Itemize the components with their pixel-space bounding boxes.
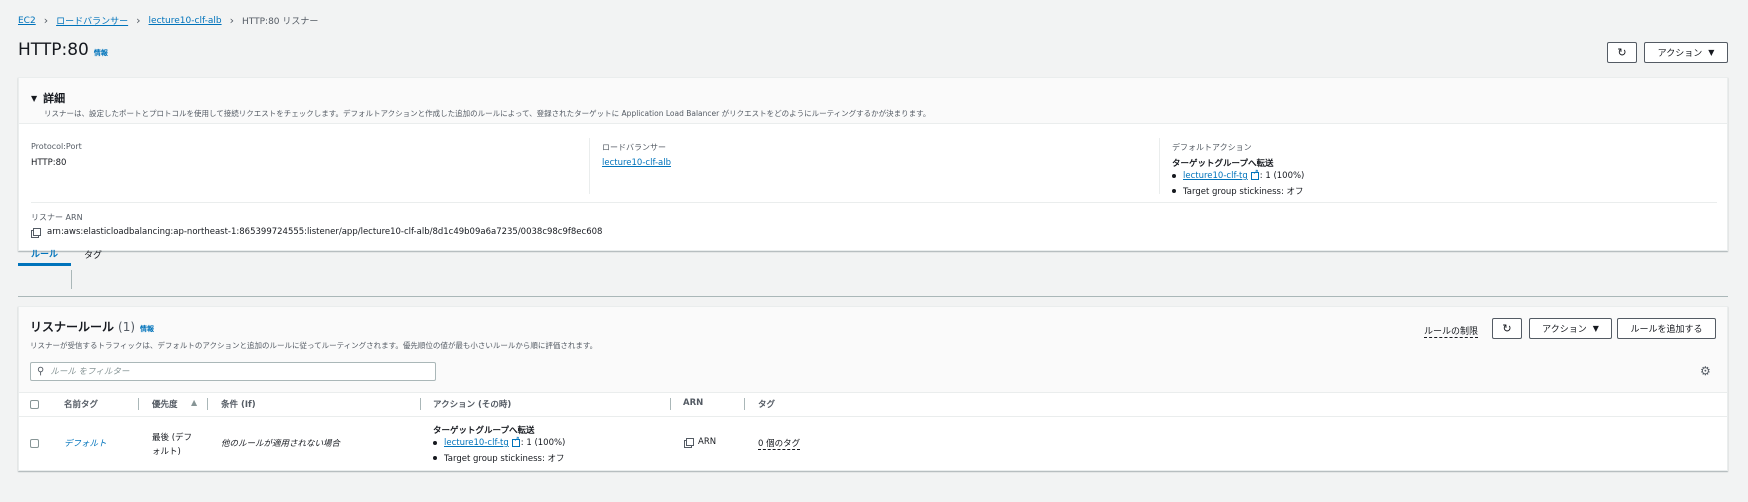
rules-actions-button[interactable]: アクション ▼ — [1529, 318, 1612, 339]
rules-info-link[interactable]: 情報 — [140, 324, 154, 334]
column-header-name[interactable]: 名前タグ — [64, 398, 98, 410]
bullet — [1172, 189, 1176, 193]
external-link-icon — [1250, 168, 1259, 180]
rules-title-text: リスナールール — [30, 320, 115, 334]
rules-filter[interactable]: ⚲ — [30, 362, 436, 381]
default-action-stickiness: Target group stickiness: オフ — [1172, 185, 1304, 197]
copy-icon[interactable] — [31, 228, 41, 238]
rule-priority-line2: ォルト) — [152, 447, 181, 457]
divider — [589, 138, 590, 194]
column-divider[interactable] — [670, 398, 671, 410]
chevron-right-icon: › — [229, 14, 234, 27]
column-divider[interactable] — [138, 398, 139, 410]
default-action-label: デフォルトアクション — [1172, 143, 1252, 152]
actions-button-label: アクション — [1657, 49, 1703, 59]
details-title: 詳細 — [43, 92, 66, 105]
rules-filter-input[interactable] — [50, 366, 421, 377]
protocol-port-value: HTTP:80 — [31, 158, 67, 168]
rule-stickiness-text: Target group stickiness: オフ — [444, 454, 565, 464]
search-icon: ⚲ — [37, 366, 45, 377]
rules-title: リスナールール (1) 情報 — [30, 318, 154, 335]
sort-ascending-icon[interactable]: ▲ — [191, 398, 197, 407]
rule-limits-link[interactable]: ルールの制限 — [1424, 324, 1479, 338]
details-toggle[interactable]: ▼ 詳細 — [31, 90, 65, 106]
column-header-arn[interactable]: ARN — [683, 398, 703, 408]
column-header-condition[interactable]: 条件 (If) — [221, 398, 256, 410]
rules-refresh-button[interactable]: ↻ — [1492, 318, 1522, 339]
listener-arn-value: arn:aws:elasticloadbalancing:ap-northeas… — [47, 227, 603, 237]
external-link-icon — [511, 435, 520, 447]
rule-condition: 他のルールが適用されない場合 — [221, 439, 341, 449]
breadcrumb-load-balancers-link[interactable]: ロードバランサー — [56, 14, 128, 27]
refresh-icon: ↻ — [1502, 322, 1512, 335]
rule-name-link[interactable]: デフォルト — [64, 437, 107, 449]
stickiness-text: Target group stickiness: オフ — [1183, 187, 1304, 197]
divider — [31, 202, 1717, 203]
divider — [1159, 138, 1160, 194]
column-header-action[interactable]: アクション (その時) — [433, 398, 511, 410]
bullet — [1172, 174, 1176, 178]
gear-icon[interactable]: ⚙ — [1700, 364, 1711, 378]
rule-priority: 最後 (デフ ォルト) — [152, 431, 192, 459]
caret-down-icon: ▼ — [31, 93, 38, 103]
load-balancer-link[interactable]: lecture10-clf-alb — [602, 158, 671, 168]
rules-actions-label: アクション — [1542, 325, 1587, 335]
row-checkbox[interactable] — [30, 439, 39, 448]
details-description: リスナーは、設定したポートとプロトコルを使用して接続リクエストをチェックします。… — [44, 109, 931, 118]
rule-target-group-weight: : 1 (100%) — [520, 438, 566, 448]
rules-count: (1) — [118, 320, 136, 334]
page-title: HTTP:80 情報 — [18, 40, 108, 60]
column-divider[interactable] — [744, 398, 745, 410]
caret-down-icon: ▼ — [1708, 48, 1715, 57]
tab-tags[interactable]: タグ — [72, 243, 114, 266]
rule-arn[interactable]: ARN — [684, 437, 717, 448]
column-header-tags[interactable]: タグ — [758, 398, 775, 410]
breadcrumb-current: HTTP:80 リスナー — [242, 17, 319, 27]
refresh-button[interactable]: ↻ — [1607, 42, 1637, 63]
rule-tags-link[interactable]: 0 個のタグ — [758, 437, 801, 450]
rule-action-target-group: lecture10-clf-tg : 1 (100%) — [433, 435, 566, 448]
chevron-right-icon: › — [136, 14, 141, 27]
protocol-port-label: Protocol:Port — [31, 142, 82, 151]
refresh-icon: ↻ — [1617, 46, 1627, 59]
column-divider[interactable] — [420, 398, 421, 410]
tab-rules[interactable]: ルール — [18, 243, 71, 266]
rule-target-group-link[interactable]: lecture10-clf-tg — [444, 438, 509, 448]
copy-icon[interactable] — [684, 438, 694, 448]
rule-priority-line1: 最後 (デフ — [152, 433, 193, 443]
rules-description: リスナーが受信するトラフィックは、デフォルトのアクションと追加のルールに従ってル… — [30, 341, 598, 350]
chevron-right-icon: › — [43, 14, 49, 27]
page-title-text: HTTP:80 — [18, 40, 89, 60]
table-row[interactable]: デフォルト 最後 (デフ ォルト) 他のルールが適用されない場合 ターゲットグル… — [19, 417, 1727, 470]
target-group-weight: : 1 (100%) — [1259, 171, 1305, 181]
column-divider[interactable] — [207, 398, 208, 410]
column-header-priority[interactable]: 優先度 — [152, 398, 178, 410]
listener-arn: arn:aws:elasticloadbalancing:ap-northeas… — [31, 227, 603, 238]
info-link[interactable]: 情報 — [94, 48, 108, 58]
tab-separator — [71, 270, 72, 289]
add-rule-button[interactable]: ルールを追加する — [1617, 318, 1716, 339]
listener-arn-label: リスナー ARN — [31, 213, 83, 222]
breadcrumb: EC2 › ロードバランサー › lecture10-clf-alb › HTT… — [18, 14, 318, 27]
actions-button[interactable]: アクション ▼ — [1644, 42, 1728, 63]
add-rule-label: ルールを追加する — [1630, 325, 1703, 335]
details-panel: ▼ 詳細 リスナーは、設定したポートとプロトコルを使用して接続リクエストをチェッ… — [18, 77, 1728, 251]
rule-arn-label: ARN — [698, 437, 717, 447]
breadcrumb-alb-link[interactable]: lecture10-clf-alb — [149, 16, 222, 26]
tabs-underline — [18, 296, 1728, 297]
bullet — [433, 456, 437, 460]
load-balancer-label: ロードバランサー — [602, 143, 666, 152]
target-group-link[interactable]: lecture10-clf-tg — [1183, 171, 1248, 181]
bullet — [433, 441, 437, 445]
rule-action-stickiness: Target group stickiness: オフ — [433, 452, 565, 464]
default-action-target-group: lecture10-clf-tg : 1 (100%) — [1172, 168, 1305, 181]
caret-down-icon: ▼ — [1592, 324, 1599, 333]
select-all-checkbox[interactable] — [30, 400, 39, 409]
breadcrumb-ec2-link[interactable]: EC2 — [18, 16, 36, 26]
